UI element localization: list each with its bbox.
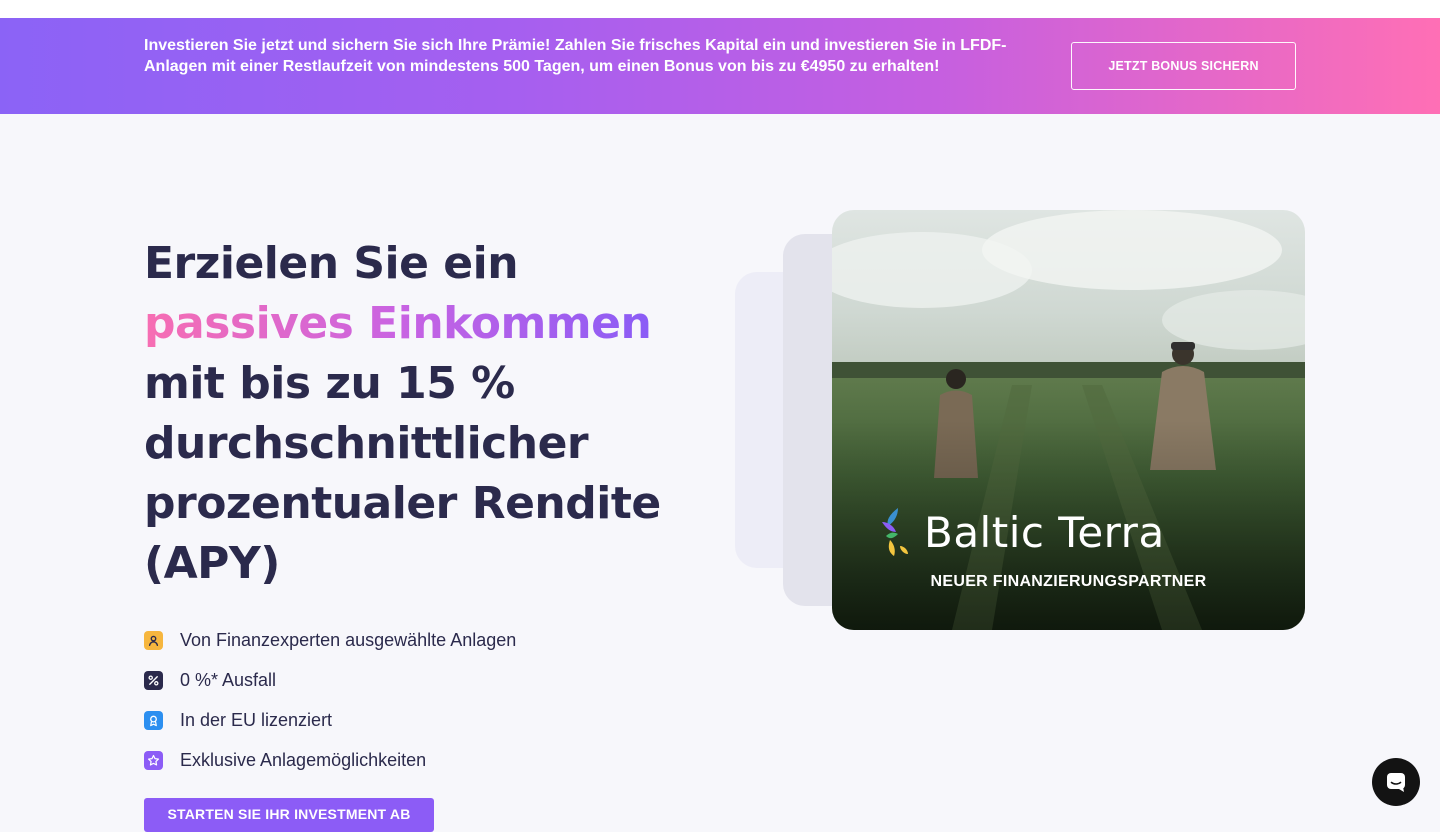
hero-title: Erzielen Sie ein passives Einkommen mit … xyxy=(144,234,724,594)
partner-card[interactable]: Baltic Terra NEUER FINANZIERUNGSPARTNER xyxy=(832,210,1305,630)
chat-launcher-button[interactable] xyxy=(1372,758,1420,806)
chat-icon xyxy=(1387,773,1405,792)
leaf-logo-icon xyxy=(882,508,908,556)
partner-logo: Baltic Terra xyxy=(880,506,1165,558)
feature-label: Von Finanzexperten ausgewählte Anlagen xyxy=(180,629,517,650)
feature-item-experts: Von Finanzexperten ausgewählte Anlagen xyxy=(144,620,704,660)
badge-icon xyxy=(144,710,163,730)
user-icon xyxy=(144,630,163,650)
hero-title-highlight: passives Einkommen xyxy=(144,298,652,349)
feature-item-default: 0 %* Ausfall xyxy=(144,660,704,700)
partner-name: Baltic Terra xyxy=(924,507,1165,557)
percent-icon xyxy=(144,670,163,690)
top-strip xyxy=(0,0,1440,18)
field-photo xyxy=(832,210,1305,630)
feature-list: Von Finanzexperten ausgewählte Anlagen 0… xyxy=(144,620,704,780)
hero-title-part2: mit bis zu 15 % durchschnittlicher proze… xyxy=(144,358,661,589)
get-bonus-button[interactable]: JETZT BONUS SICHERN xyxy=(1071,42,1296,90)
feature-label: Exklusive Anlagemöglichkeiten xyxy=(180,749,427,770)
feature-label: In der EU lizenziert xyxy=(180,709,333,730)
promo-text: Investieren Sie jetzt und sichern Sie si… xyxy=(144,37,1007,75)
hero-title-part1: Erzielen Sie ein xyxy=(144,238,519,289)
star-icon xyxy=(144,750,163,770)
start-investment-button[interactable]: STARTEN SIE IHR INVESTMENT AB xyxy=(144,798,434,832)
promo-banner: Investieren Sie jetzt und sichern Sie si… xyxy=(0,18,1440,114)
feature-label: 0 %* Ausfall xyxy=(180,669,277,690)
feature-item-exclusive: Exklusive Anlagemöglichkeiten xyxy=(144,740,704,780)
partner-subtitle: NEUER FINANZIERUNGSPARTNER xyxy=(930,573,1207,590)
feature-item-license: In der EU lizenziert xyxy=(144,700,704,740)
